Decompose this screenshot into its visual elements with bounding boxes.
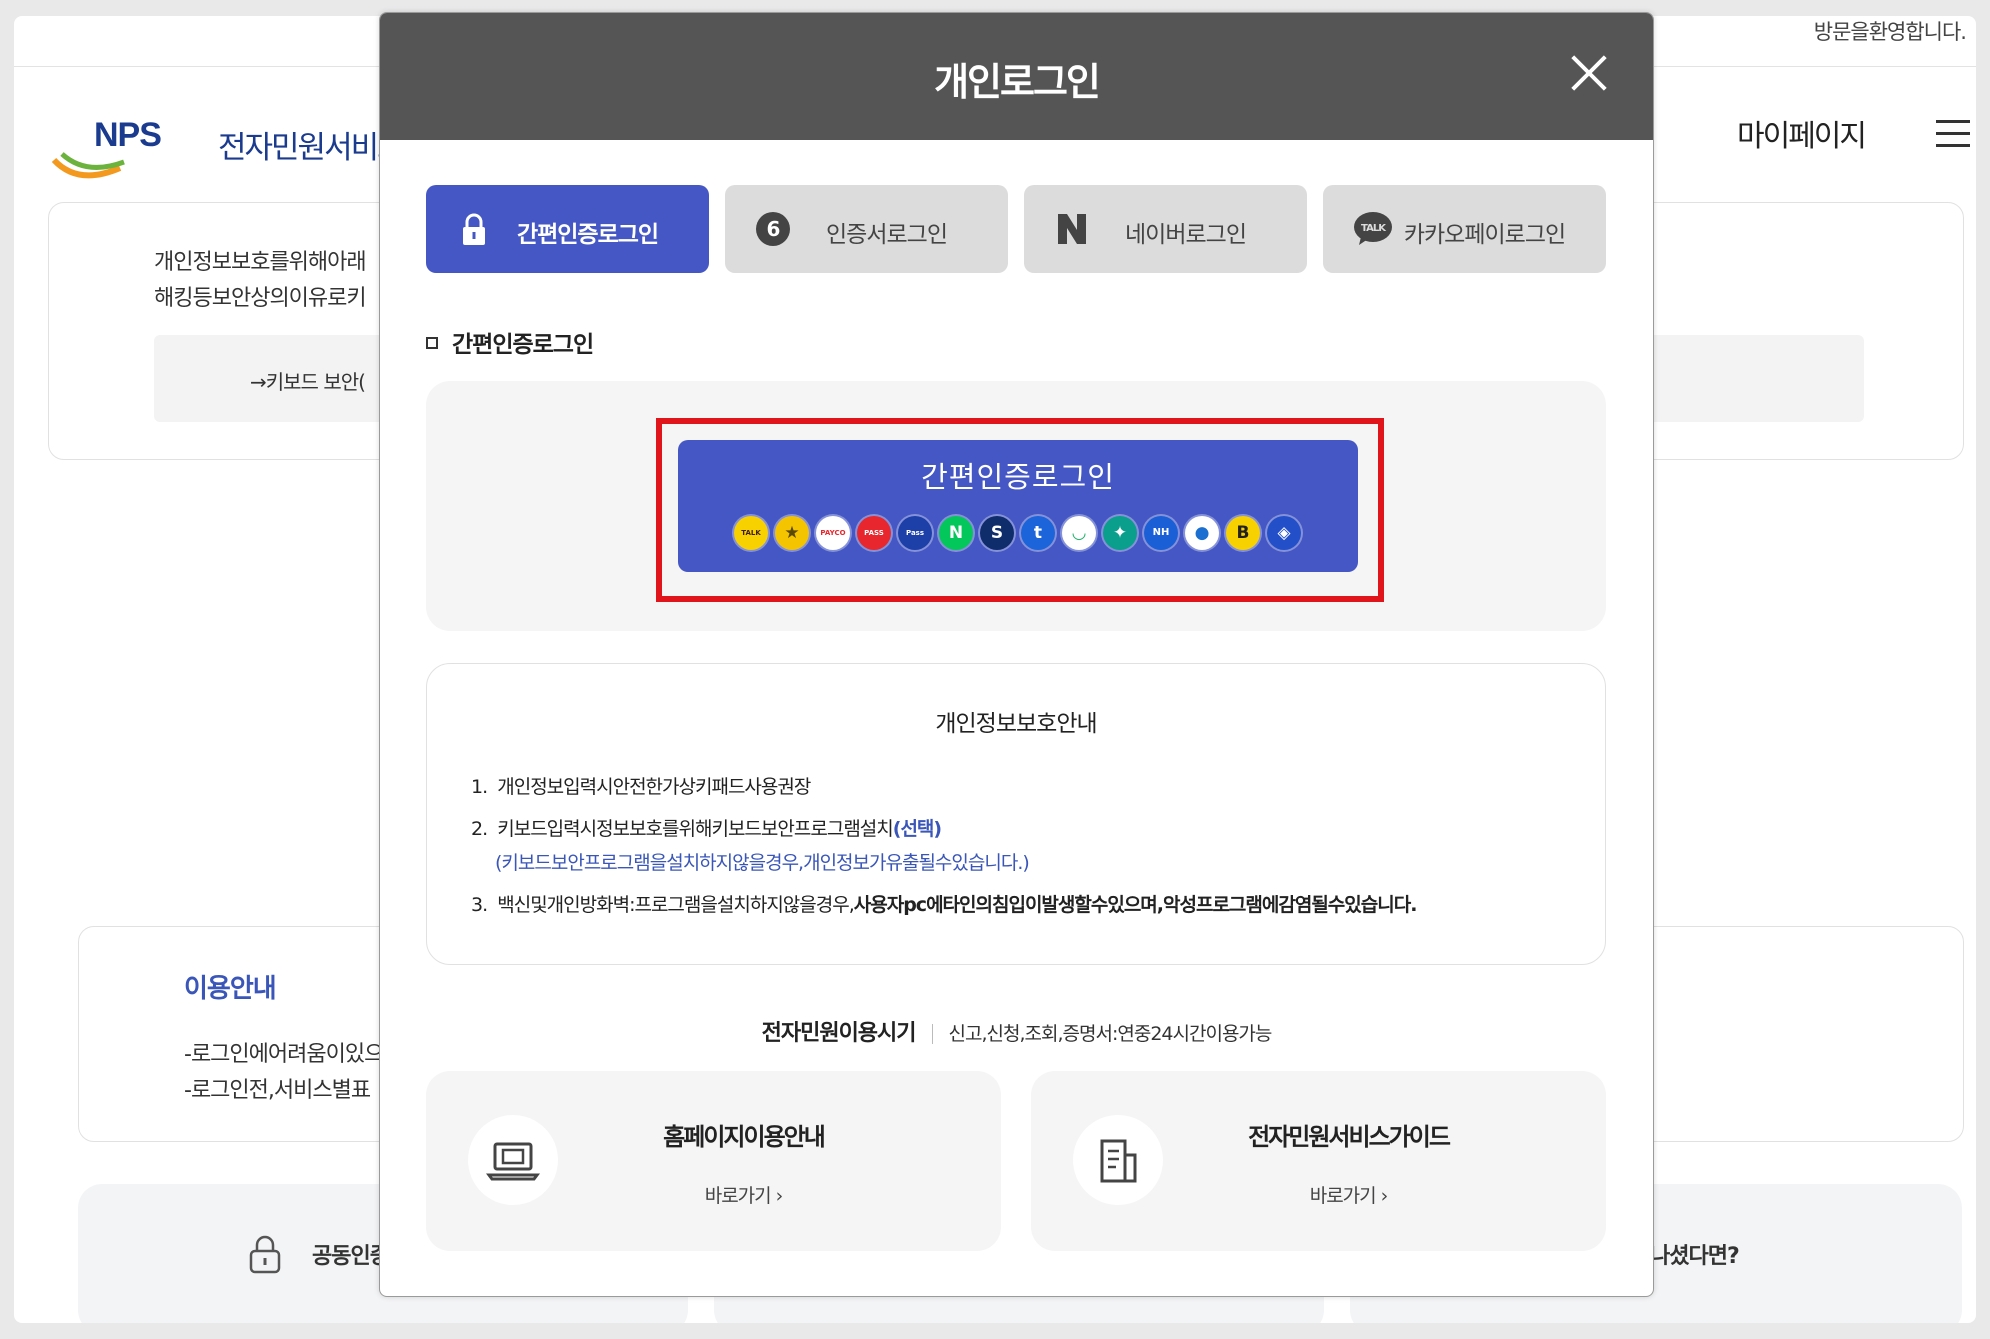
logo-text: NPS bbox=[94, 116, 162, 154]
square-bullet-icon bbox=[426, 336, 438, 349]
tab-label: 간편인증로그인 bbox=[516, 222, 659, 248]
cert-card-label: 공동인증 bbox=[312, 1244, 390, 1269]
privacy-notice-title: 개인정보보호안내 bbox=[935, 711, 1097, 737]
guide-title: 전자민원서비스가이드 bbox=[1248, 1123, 1451, 1151]
notice-item-2: 2. 키보드입력시정보보호를위해키보드보안프로그램설치(선택) bbox=[471, 814, 942, 841]
site-logo[interactable]: NPS 전자민원서비스 bbox=[48, 108, 428, 188]
tab-label: 카카오페이로그인 bbox=[1403, 222, 1566, 248]
notice-item-3: 3. 백신및개인방화벽:프로그램을설치하지않을경우,사용자pc에타인의침입이발생… bbox=[471, 890, 1418, 917]
tab-label: 인증서로그인 bbox=[826, 222, 948, 248]
lock-icon bbox=[249, 1235, 281, 1274]
site-name: 전자민원서비스 bbox=[218, 130, 406, 166]
usage-line-2: -로그인전,서비스별표 bbox=[184, 1078, 371, 1103]
service-hours-label: 전자민원이용시기 bbox=[761, 1021, 917, 1046]
kakao-talk-icon: TALK bbox=[734, 516, 768, 550]
hana-icon: ✦ bbox=[1103, 516, 1137, 550]
eservice-guide-card[interactable]: 전자민원서비스가이드 바로가기 › bbox=[1031, 1071, 1606, 1251]
tab-label: 네이버로그인 bbox=[1125, 222, 1247, 248]
section-heading: 간편인증로그인 bbox=[426, 325, 594, 359]
shinhan-icon: S bbox=[980, 516, 1014, 550]
notice-item-number: 2. bbox=[471, 818, 488, 840]
optional-link[interactable]: (선택) bbox=[893, 818, 942, 840]
notice-item-text: 키보드입력시정보보호를위해키보드보안프로그램설치 bbox=[497, 818, 894, 840]
tab-kakaopay-login[interactable]: TALK 카카오페이로그인 bbox=[1323, 185, 1606, 273]
notice-item-warning: 사용자pc에타인의침입이발생할수있으며,악성프로그램에감염될수있습니다. bbox=[853, 894, 1418, 916]
login-tabs: 간편인증로그인 6 인증서로그인 네이버로그인 TALK 카카오페이로그인 bbox=[426, 185, 1606, 273]
welcome-text: 방문을환영합니다. bbox=[1813, 20, 1967, 44]
modal-header: 개인로그인 bbox=[380, 13, 1653, 140]
kb-star-icon: ★ bbox=[775, 516, 809, 550]
toss-icon: t bbox=[1021, 516, 1055, 550]
notice-item-1: 1. 개인정보입력시안전한가상키패드사용권장 bbox=[471, 772, 811, 799]
homepage-guide-card[interactable]: 홈페이지이용안내 바로가기 › bbox=[426, 1071, 1001, 1251]
naver-icon: N bbox=[939, 516, 973, 550]
service-hours: 전자민원이용시기 신고,신청,조회,증명서:연중24시간이용가능 bbox=[380, 1015, 1653, 1047]
payco-icon: PAYCO bbox=[816, 516, 850, 550]
simple-auth-login-button[interactable]: 간편인증로그인 TALK ★ PAYCO PASS Pass N St ◡ ✦ NH ● B ◈ bbox=[678, 440, 1358, 572]
kbank-icon: B bbox=[1226, 516, 1260, 550]
privacy-line-1: 개인정보보호를위해아래 bbox=[154, 250, 367, 275]
cert-provider-icons: TALK ★ PAYCO PASS Pass N St ◡ ✦ NH ● B ◈ bbox=[734, 516, 1304, 552]
keyboard-security-link[interactable]: →키보드 보안( bbox=[250, 366, 366, 395]
notice-item-2-sub: (키보드보안프로그램을설치하지않을경우,개인정보가유출될수있습니다.) bbox=[495, 852, 1030, 874]
simple-auth-login-label: 간편인증로그인 bbox=[921, 460, 1115, 494]
notice-item-number: 1. bbox=[471, 776, 488, 798]
menu-icon[interactable] bbox=[1936, 120, 1970, 148]
privacy-line-2: 해킹등보안상의이유로키 bbox=[154, 286, 367, 311]
tab-simple-auth-login[interactable]: 간편인증로그인 bbox=[426, 185, 709, 273]
samsung-pass-icon: Pass bbox=[898, 516, 932, 550]
banksalad-icon: ◡ bbox=[1062, 516, 1096, 550]
usage-line-1: -로그인에어려움이있으 bbox=[184, 1042, 384, 1067]
personal-login-modal: 개인로그인 간편인증로그인 6 인증서로그인 네이버로그인 TALK 카카오페이… bbox=[379, 12, 1654, 1297]
modal-title: 개인로그인 bbox=[934, 60, 1101, 104]
guide-title: 홈페이지이용안내 bbox=[663, 1123, 826, 1151]
notice-item-text: 개인정보입력시안전한가상키패드사용권장 bbox=[497, 776, 811, 798]
section-heading-text: 간편인증로그인 bbox=[452, 332, 594, 358]
usage-title: 이용안내 bbox=[184, 974, 277, 1004]
notice-item-number: 3. bbox=[471, 894, 488, 916]
mypage-link[interactable]: 마이페이지 bbox=[1737, 111, 1867, 155]
nh-icon: NH bbox=[1144, 516, 1178, 550]
pass-icon: PASS bbox=[857, 516, 891, 550]
close-icon[interactable] bbox=[1569, 53, 1609, 93]
tab-naver-login[interactable]: 네이버로그인 bbox=[1024, 185, 1307, 273]
service-hours-text: 신고,신청,조회,증명서:연중24시간이용가능 bbox=[948, 1023, 1273, 1045]
shortcut-link[interactable]: 바로가기 › bbox=[426, 1181, 1001, 1208]
notice-item-text: 백신및개인방화벽:프로그램을설치하지않을경우, bbox=[497, 894, 855, 916]
woori-icon: ● bbox=[1185, 516, 1219, 550]
privacy-notice: 개인정보보호안내 1. 개인정보입력시안전한가상키패드사용권장 2. 키보드입력… bbox=[426, 663, 1606, 965]
tab-certificate-login[interactable]: 6 인증서로그인 bbox=[725, 185, 1008, 273]
shortcut-link[interactable]: 바로가기 › bbox=[1031, 1181, 1606, 1208]
gov-shield-icon: ◈ bbox=[1267, 516, 1301, 550]
question-card-label: 나셨다면? bbox=[1650, 1244, 1740, 1269]
